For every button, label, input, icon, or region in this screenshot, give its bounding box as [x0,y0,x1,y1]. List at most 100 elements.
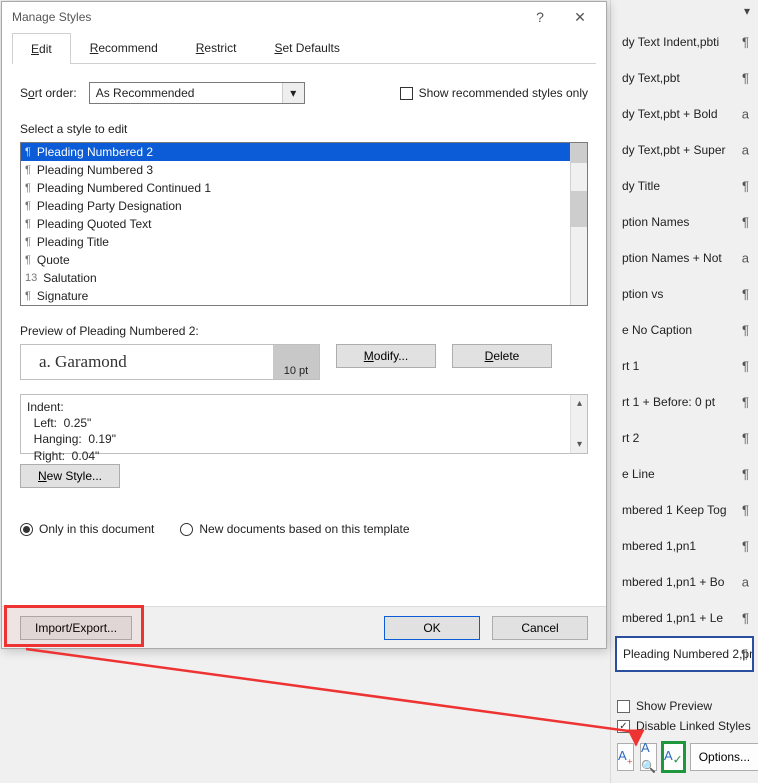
import-export-button[interactable]: Import/Export... [20,616,132,640]
pane-item-label: Pleading Numbered 2,pn2 [623,647,754,661]
pane-item-label: ption Names + Not [622,251,722,265]
pane-item-label: e Line [622,467,655,481]
manage-styles-icon-button[interactable]: A✓ [663,743,684,771]
list-item-label: Pleading Numbered 2 [37,145,153,159]
list-item[interactable]: ¶Pleading Numbered Continued 1 [21,179,570,197]
style-type-icon: ¶ [742,395,749,410]
scrollbar[interactable]: ▴ ▾ [570,395,587,453]
style-type-icon: ¶ [742,611,749,626]
dialog-body: Sort order: As Recommended ▾ Show recomm… [2,64,606,546]
style-description: Indent: Left: 0.25" Hanging: 0.19" Right… [20,394,588,454]
styles-pane-item[interactable]: rt 1 + Before: 0 pt¶ [615,384,754,420]
delete-button[interactable]: Delete [452,344,552,368]
styles-pane-item[interactable]: dy Title¶ [615,168,754,204]
cancel-button[interactable]: Cancel [492,616,588,640]
styles-pane-item[interactable]: mbered 1 Keep Tog¶ [615,492,754,528]
pane-item-label: mbered 1,pn1 + Le [622,611,723,625]
show-recommended-checkbox[interactable]: Show recommended styles only [400,86,588,100]
list-item[interactable]: ¶Quote [21,251,570,269]
style-type-icon: a [742,143,749,158]
scroll-up-arrow[interactable]: ▴ [571,395,588,412]
style-type-icon: ¶ [742,359,749,374]
help-button[interactable]: ? [520,9,560,25]
preview-pt[interactable]: 10 pt [273,345,319,379]
styles-pane-item[interactable]: rt 1¶ [615,348,754,384]
styles-pane-item[interactable]: mbered 1,pn1 ¶ [615,528,754,564]
styles-pane-item[interactable]: rt 2¶ [615,420,754,456]
paragraph-mark-icon: ¶ [25,254,31,266]
list-item[interactable]: ¶Pleading Title [21,233,570,251]
checkbox-icon [400,87,413,100]
tab-restrict[interactable]: Restrict [177,32,256,63]
style-list[interactable]: ¶Pleading Numbered 2¶Pleading Numbered 3… [20,142,588,306]
list-item[interactable]: ¶Signature Block Pleading [21,305,570,306]
pane-bottom: Show Preview ✓ Disable Linked Styles A₊ … [611,689,758,775]
list-item[interactable]: ¶Signature [21,287,570,305]
styles-pane-item[interactable]: dy Text,pbt + Bolda [615,96,754,132]
only-this-document-radio[interactable]: Only in this document [20,522,154,536]
new-style-icon-button[interactable]: A₊ [617,743,634,771]
dialog-title: Manage Styles [8,10,520,24]
checkbox-icon [617,700,630,713]
styles-pane-item[interactable]: Pleading Numbered 2,pn2¶ [615,636,754,672]
tab-edit[interactable]: Edit [12,33,71,64]
tab-recommend[interactable]: Recommend [71,32,177,63]
styles-pane-item[interactable]: e Line¶ [615,456,754,492]
scroll-down-arrow[interactable] [571,143,588,163]
ok-button[interactable]: OK [384,616,480,640]
list-item-label: Salutation [43,271,96,285]
show-preview-checkbox[interactable]: Show Preview [617,699,752,713]
styles-pane-item[interactable]: dy Text,pbt¶ [615,60,754,96]
pane-item-label: mbered 1,pn1 + Bo [622,575,724,589]
style-type-icon: ¶ [742,431,749,446]
show-preview-label: Show Preview [636,699,712,713]
pane-item-label: dy Text,pbt + Super [622,143,726,157]
chevron-down-icon: ▾ [282,83,304,103]
style-type-icon: ¶ [742,539,749,554]
close-button[interactable]: ✕ [560,9,600,26]
new-documents-radio[interactable]: New documents based on this template [180,522,409,536]
styles-pane-item[interactable]: dy Text Indent,pbti¶ [615,24,754,60]
radio-label: New documents based on this template [199,522,409,536]
checkbox-icon: ✓ [617,720,630,733]
modify-button[interactable]: Modify... [336,344,436,368]
title-bar: Manage Styles ? ✕ [2,2,606,32]
list-item-label: Pleading Numbered Continued 1 [37,181,211,195]
new-style-button[interactable]: New Style... [20,464,120,488]
styles-pane-item[interactable]: ption Names + Nota [615,240,754,276]
list-item[interactable]: ¶ Pleading Party Designation [21,197,570,215]
options-button[interactable]: Options... [690,743,758,771]
style-type-icon: ¶ [741,647,748,662]
styles-pane-item[interactable]: e No Caption¶ [615,312,754,348]
list-item[interactable]: ¶Pleading Numbered 3 [21,161,570,179]
styles-pane-item[interactable]: mbered 1,pn1 + Boa [615,564,754,600]
style-type-icon: ¶ [742,503,749,518]
list-item-label: Pleading Party Designation [37,199,182,213]
list-item-label: Pleading Title [37,235,109,249]
list-item[interactable]: ¶Pleading Numbered 2 [21,143,570,161]
list-item[interactable]: ¶Pleading Quoted Text [21,215,570,233]
styles-pane-item[interactable]: dy Text,pbt + Super a [615,132,754,168]
disable-linked-checkbox[interactable]: ✓ Disable Linked Styles [617,719,752,733]
style-type-icon: ¶ [742,215,749,230]
sort-order-value: As Recommended [90,86,282,100]
style-inspector-icon-button[interactable]: A🔍 [640,743,657,771]
paragraph-mark-icon: ¶ [25,200,31,212]
sort-order-combo[interactable]: As Recommended ▾ [89,82,305,104]
description-line: Left: 0.25" [27,415,581,431]
scrollbar[interactable] [570,143,587,305]
styles-pane-item[interactable]: ption vs¶ [615,276,754,312]
manage-styles-dialog: Manage Styles ? ✕ EditRecommendRestrictS… [1,1,607,649]
tab-set-defaults[interactable]: Set Defaults [255,32,358,63]
list-item[interactable]: 13Salutation [21,269,570,287]
pane-item-label: mbered 1,pn1 [622,539,696,553]
scroll-down-arrow[interactable]: ▾ [571,436,588,453]
styles-pane-item[interactable]: mbered 1,pn1 + Le ¶ [615,600,754,636]
style-type-icon: ¶ [742,71,749,86]
pane-menu[interactable]: ▾ [611,0,758,24]
list-item-label: Signature [37,289,88,303]
paragraph-mark-icon: ¶ [25,164,31,176]
styles-pane-item[interactable]: ption Names¶ [615,204,754,240]
scrollbar-thumb[interactable] [570,191,587,227]
preview-label: Preview of Pleading Numbered 2: [20,324,588,338]
